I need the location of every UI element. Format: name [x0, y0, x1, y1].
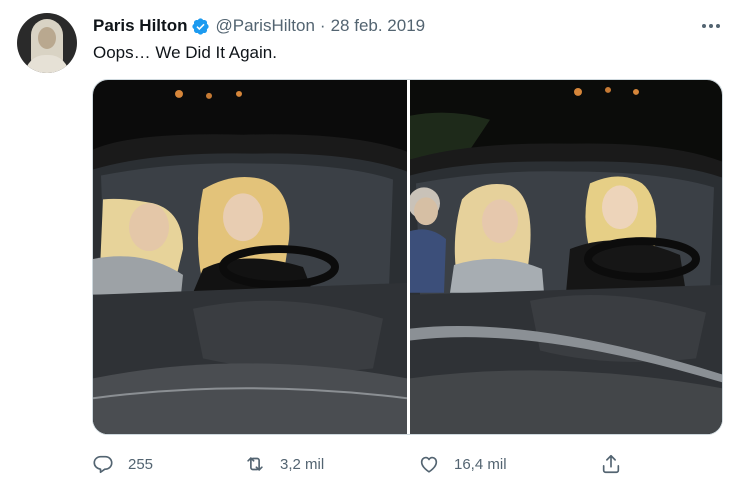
verified-badge-icon	[191, 17, 210, 36]
tweet-date[interactable]: 28 feb. 2019	[331, 16, 426, 36]
photo-car-night-2	[410, 80, 722, 434]
heart-icon	[420, 456, 438, 473]
retweet-icon	[247, 457, 263, 471]
avatar[interactable]	[17, 13, 77, 73]
photo-car-night-1	[93, 80, 407, 434]
retweet-button[interactable]: 3,2 mil	[244, 450, 324, 478]
header-separator: ·	[319, 16, 326, 35]
share-button[interactable]	[600, 450, 636, 478]
retweet-count: 3,2 mil	[280, 455, 325, 473]
reply-icon	[93, 455, 113, 474]
share-icon	[602, 454, 620, 474]
avatar-face	[38, 27, 56, 49]
like-button[interactable]: 16,4 mil	[418, 450, 507, 478]
dot	[716, 24, 720, 28]
reply-count: 255	[128, 455, 154, 473]
photo-1[interactable]	[93, 80, 407, 434]
author-name[interactable]: Paris Hilton	[93, 16, 187, 36]
like-count: 16,4 mil	[454, 455, 507, 473]
reply-button[interactable]: 255	[92, 450, 153, 478]
tweet-actions: 255 3,2 mil 16,4 mil	[92, 450, 632, 478]
author-handle[interactable]: @ParisHilton	[215, 16, 314, 36]
dot	[702, 24, 706, 28]
more-options-icon[interactable]	[699, 14, 723, 38]
media-grid	[92, 79, 723, 435]
photo-2[interactable]	[410, 80, 722, 434]
tweet-text: Oops… We Did It Again.	[93, 43, 277, 62]
dot	[709, 24, 713, 28]
tweet-header: Paris Hilton @ParisHilton · 28 feb. 2019	[93, 14, 425, 38]
